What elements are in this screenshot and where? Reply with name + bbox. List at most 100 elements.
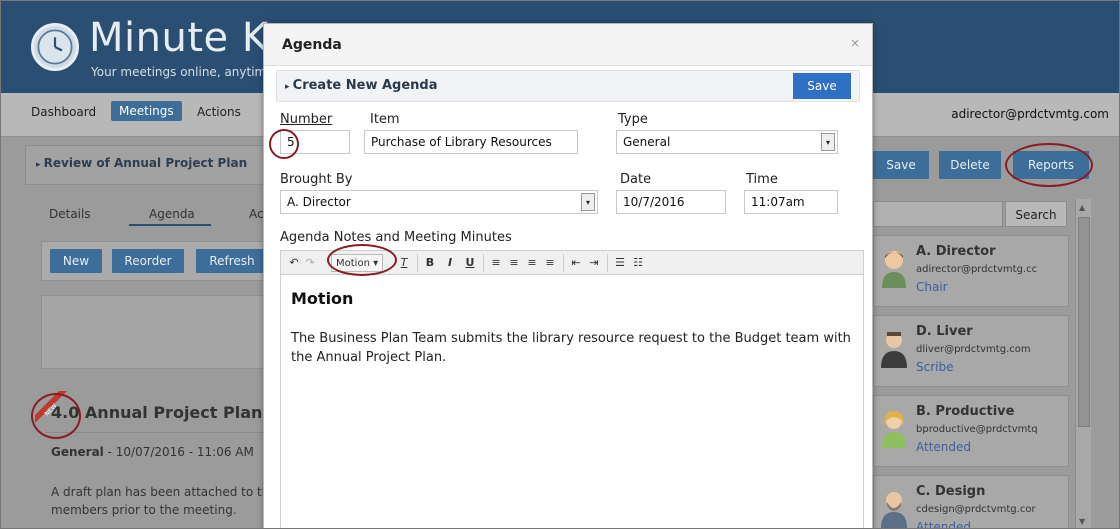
collapse-arrow-icon: ▸ [36,160,44,170]
attendee-email: adirector@prdctvmtg.cc [916,264,1038,275]
attendee-card[interactable]: D. Liver dliver@prdctvmtg.com Scribe [873,315,1069,387]
chevron-down-icon[interactable]: ▾ [581,193,595,211]
female-avatar-icon [882,410,906,448]
attendee-email: dliver@prdctvmtg.com [916,344,1031,355]
app-window: Minute Ke Your meetings online, anytime … [0,0,1120,529]
attendee-name: A. Director [916,244,996,259]
nav-dashboard[interactable]: Dashboard [31,105,96,119]
delete-button[interactable]: Delete [939,151,1001,179]
save-button[interactable]: Save [793,73,851,99]
meeting-header[interactable]: ▸ Review of Annual Project Plan [25,145,275,185]
date-label: Date [620,172,652,187]
time-label: Time [746,172,778,187]
tab-details[interactable]: Details [49,207,91,221]
meeting-save-button[interactable]: Save [873,151,929,179]
attendee-name: B. Productive [916,404,1015,419]
toolbar-separator [563,254,564,272]
time-field[interactable]: 11:07am [744,190,838,214]
annotation-circle [1005,143,1093,187]
close-icon[interactable]: × [850,36,860,50]
attendee-role: Attended [916,520,972,529]
create-agenda-title: ▸ Create New Agenda [285,78,438,93]
type-label: Type [618,112,648,127]
scroll-thumb[interactable] [1078,217,1090,427]
agenda-item-description: A draft plan has been attached to thi me… [51,485,273,517]
tab-actions[interactable]: Ac [249,207,264,221]
modal-titlebar: Agenda × [264,24,872,66]
bearded-avatar-icon [881,492,907,528]
attendee-name: C. Design [916,484,986,499]
scroll-down-icon[interactable]: ▼ [1079,517,1085,526]
notes-label: Agenda Notes and Meeting Minutes [280,230,512,245]
user-email[interactable]: adirector@prdctvmtg.com [951,107,1109,121]
brought-by-label: Brought By [280,172,353,187]
chevron-down-icon[interactable]: ▾ [821,133,835,151]
align-left-icon[interactable]: ≡ [489,254,503,272]
agenda-item-meta: General - 10/07/2016 - 11:06 AM [51,445,254,459]
date-field[interactable]: 10/7/2016 [616,190,726,214]
attendee-email: bproductive@prdctvmtq [916,424,1038,435]
toolbar-separator [417,254,418,272]
align-right-icon[interactable]: ≡ [525,254,539,272]
indent-icon[interactable]: ⇥ [587,254,601,272]
tab-agenda[interactable]: Agenda [149,207,195,221]
attendee-card[interactable]: C. Design cdesign@prdctvmtg.cor Attended [873,475,1069,529]
redo-icon[interactable]: ↷ [303,254,317,272]
undo-icon[interactable]: ↶ [287,254,301,272]
number-label: Number [280,112,333,127]
meeting-panel: ▸ Review of Annual Project Plan Details … [25,145,285,528]
attendee-role: Scribe [916,360,954,374]
agenda-item-title[interactable]: 4.0 Annual Project Plan [51,403,262,422]
nav-actions[interactable]: Actions [197,105,241,119]
align-justify-icon[interactable]: ≡ [543,254,557,272]
editor-body[interactable]: The Business Plan Team submits the libra… [291,329,851,367]
align-center-icon[interactable]: ≡ [507,254,521,272]
editor-heading[interactable]: Motion [291,289,353,308]
search-button[interactable]: Search [1005,201,1067,227]
italic-icon[interactable]: I [443,254,457,272]
annotation-circle [269,129,299,159]
type-selected: General [623,135,671,149]
female-avatar-icon [882,251,906,288]
attendee-email: cdesign@prdctvmtg.cor [916,504,1036,515]
meeting-subtabs: Details Agenda Ac [25,207,285,227]
underline-icon[interactable]: U [463,254,477,272]
attendee-role: Chair [916,280,948,294]
reorder-button[interactable]: Reorder [112,249,184,273]
brought-by-selected: A. Director [287,195,351,209]
brand-tagline: Your meetings online, anytime [91,65,274,79]
toolbar-separator [483,254,484,272]
bullet-list-icon[interactable]: ☰ [613,254,627,272]
brand-name[interactable]: Minute Ke [89,15,292,61]
item-label: Item [370,112,400,127]
empty-panel [41,295,281,369]
attendee-scrollbar[interactable]: ▲ ▼ [1075,199,1091,528]
agenda-item-datetime: - 10/07/2016 - 11:06 AM [103,445,254,459]
expand-arrow-icon: ▸ [285,82,293,92]
numbered-list-icon[interactable]: ☷ [631,254,645,272]
brought-by-select[interactable]: A. Director ▾ [280,190,598,214]
outdent-icon[interactable]: ⇤ [569,254,583,272]
divider [45,432,285,433]
create-agenda-bar: ▸ Create New Agenda Save [276,70,860,102]
attendee-name: D. Liver [916,324,973,339]
create-agenda-label: Create New Agenda [292,78,438,93]
type-select[interactable]: General ▾ [616,130,838,154]
attendee-search-input[interactable] [873,201,1003,227]
rich-text-editor: ↶ ↷ Motion ▾ T B I U ≡ ≡ ≡ ≡ ⇤ ⇥ ☰ ☷ Mot… [280,250,864,528]
nav-meetings[interactable]: Meetings [111,101,182,121]
new-button[interactable]: New [50,249,102,273]
agenda-modal: Agenda × ▸ Create New Agenda Save Number… [263,23,873,528]
item-field[interactable]: Purchase of Library Resources [364,130,578,154]
bold-icon[interactable]: B [423,254,437,272]
male-avatar-icon [881,332,907,368]
refresh-button[interactable]: Refresh [196,249,268,273]
clear-format-icon[interactable]: T [397,254,411,272]
clock-logo-icon [31,23,79,71]
scroll-up-icon[interactable]: ▲ [1079,203,1085,212]
annotation-circle [31,393,81,439]
attendee-card[interactable]: B. Productive bproductive@prdctvmtq Atte… [873,395,1069,467]
attendee-card[interactable]: A. Director adirector@prdctvmtg.cc Chair [873,235,1069,307]
attendee-role: Attended [916,440,972,454]
tab-agenda-underline [129,224,211,226]
